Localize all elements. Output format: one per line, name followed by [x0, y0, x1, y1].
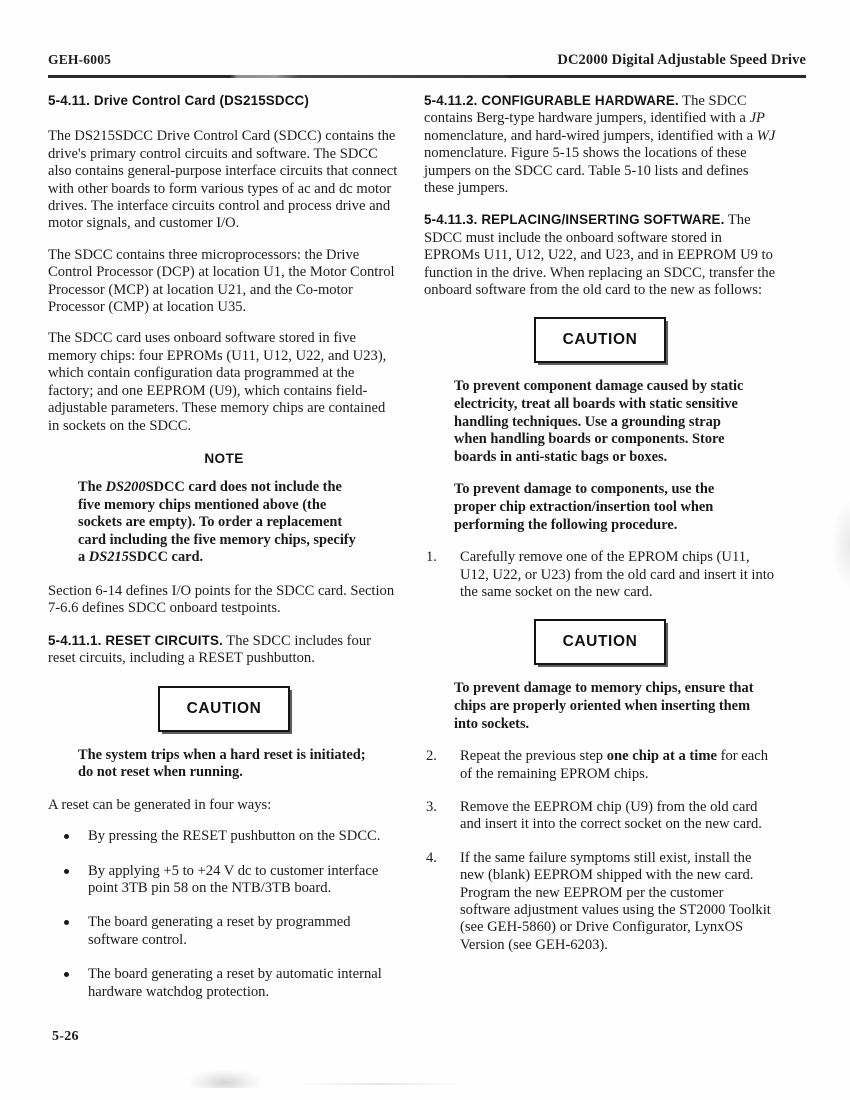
reset-methods-list: By pressing the RESET pushbutton on the …	[48, 828, 400, 1001]
list-item-text: The board generating a reset by programm…	[88, 914, 351, 948]
note-heading: NOTE	[204, 450, 244, 466]
procedure-steps-part-2: 2. Repeat the previous step one chip at …	[424, 748, 776, 954]
list-item-text: By pressing the RESET pushbutton on the …	[88, 828, 381, 845]
jumper-nomenclature-jp: JP	[749, 110, 765, 127]
list-item: By applying +5 to +24 V dc to customer i…	[48, 863, 400, 898]
subsection-heading-reset-circuits: 5-4.11.1. RESET CIRCUITS.	[48, 632, 223, 648]
paragraph-microprocessors: The SDCC contains three microprocessors:…	[48, 246, 395, 316]
caution-box-1: CAUTION	[158, 685, 290, 732]
paragraph-sdcc-overview: The DS215SDCC Drive Control Card (SDCC) …	[48, 128, 398, 232]
caution-label-1: CAUTION	[186, 699, 262, 717]
header-document-number: GEH-6005	[48, 52, 112, 67]
paragraph-memory-chips: The SDCC card uses onboard software stor…	[48, 330, 387, 434]
caution-box-wrapper-1: CAUTION	[48, 685, 400, 732]
step-text: Carefully remove one of the EPROM chips …	[460, 549, 775, 601]
bullet-icon	[64, 972, 69, 978]
step-text: Remove the EEPROM chip (U9) from the old…	[460, 799, 762, 833]
step-number: 3.	[426, 799, 437, 816]
page-number: 5-26	[52, 1029, 79, 1044]
list-item: The board generating a reset by automati…	[48, 966, 400, 1001]
caution-box-3: CAUTION	[534, 619, 666, 666]
caution-text-2b: To prevent damage to components, use the…	[454, 481, 715, 533]
header-document-title: DC2000 Digital Adjustable Speed Drive	[557, 52, 806, 68]
note-text-italic-ds200: DS200	[105, 478, 146, 495]
subsection-body-part-2: nomenclature, and hard-wired jumpers, id…	[424, 127, 757, 144]
caution-label-2: CAUTION	[562, 331, 638, 349]
step-text: Repeat the previous step one chip at a t…	[460, 748, 768, 781]
caution-text-2a: To prevent component damage caused by st…	[454, 378, 744, 465]
caution-box-2: CAUTION	[534, 317, 666, 364]
caution-box-wrapper-2: CAUTION	[424, 317, 776, 364]
list-item: 4. If the same failure symptoms still ex…	[424, 850, 776, 954]
subsection-heading-configurable-hardware: 5-4.11.2. CONFIGURABLE HARDWARE.	[424, 93, 679, 108]
bullet-icon	[64, 868, 69, 874]
step-number: 1.	[426, 549, 437, 566]
caution-text-1: The system trips when a hard reset is in…	[78, 746, 366, 781]
bullet-icon	[64, 834, 69, 840]
bullet-icon	[64, 920, 69, 926]
subsection-body-part-3: nomenclature. Figure 5-15 shows the loca…	[424, 145, 749, 197]
step-number: 2.	[426, 748, 437, 765]
section-title-5-4-11: 5-4.11. Drive Control Card (DS215SDCC)	[48, 92, 400, 110]
jumper-nomenclature-wj: WJ	[756, 127, 776, 144]
scan-artifact-smudge	[190, 1070, 260, 1088]
step-text: If the same failure symptoms still exist…	[460, 849, 771, 953]
header-rule	[48, 75, 806, 78]
step-text-part-1: Repeat the previous step	[460, 748, 607, 765]
caution-label-3: CAUTION	[562, 633, 638, 651]
caution-box-wrapper-3: CAUTION	[424, 619, 776, 666]
section-title-text: 5-4.11. Drive Control Card (DS215SDCC)	[48, 93, 309, 108]
paragraph-section-references: Section 6-14 defines I/O points for the …	[48, 582, 395, 617]
subsection-heading-replacing-software: 5-4.11.3. REPLACING/INSERTING SOFTWARE.	[424, 212, 725, 228]
list-item: 3. Remove the EEPROM chip (U9) from the …	[424, 799, 776, 834]
step-number: 4.	[426, 849, 437, 866]
subsection-5-4-11-3: 5-4.11.3. REPLACING/INSERTING SOFTWARE. …	[424, 211, 776, 299]
list-item-text: By applying +5 to +24 V dc to customer i…	[88, 862, 379, 896]
note-text-part-1: The	[78, 478, 106, 495]
right-column: 5-4.11.2. CONFIGURABLE HARDWARE. The SDC…	[424, 92, 776, 970]
scan-artifact-edge	[832, 500, 850, 590]
left-column: 5-4.11. Drive Control Card (DS215SDCC) T…	[48, 92, 400, 1018]
note-text-part-3: SDCC card.	[128, 549, 204, 566]
list-item: 1. Carefully remove one of the EPROM chi…	[424, 549, 776, 601]
list-item: 2. Repeat the previous step one chip at …	[424, 748, 776, 783]
scan-artifact-line	[300, 1083, 460, 1085]
list-item: The board generating a reset by programm…	[48, 914, 400, 949]
list-item-text: The board generating a reset by automati…	[88, 966, 382, 1000]
subsection-5-4-11-2: 5-4.11.2. CONFIGURABLE HARDWARE. The SDC…	[424, 92, 776, 197]
document-page: GEH-6005 DC2000 Digital Adjustable Speed…	[0, 0, 850, 1100]
caution-text-3: To prevent damage to memory chips, ensur…	[454, 680, 754, 732]
step-text-emphasis: one chip at a time	[606, 748, 717, 765]
procedure-steps-part-1: 1. Carefully remove one of the EPROM chi…	[424, 549, 776, 601]
paragraph-reset-ways: A reset can be generated in four ways:	[48, 796, 272, 813]
list-item: By pressing the RESET pushbutton on the …	[48, 828, 400, 845]
subsection-5-4-11-1: 5-4.11.1. RESET CIRCUITS. The SDCC inclu…	[48, 632, 400, 668]
note-body: The DS200SDCC card does not include the …	[78, 479, 360, 567]
note-text-italic-ds215: DS215	[88, 549, 129, 566]
